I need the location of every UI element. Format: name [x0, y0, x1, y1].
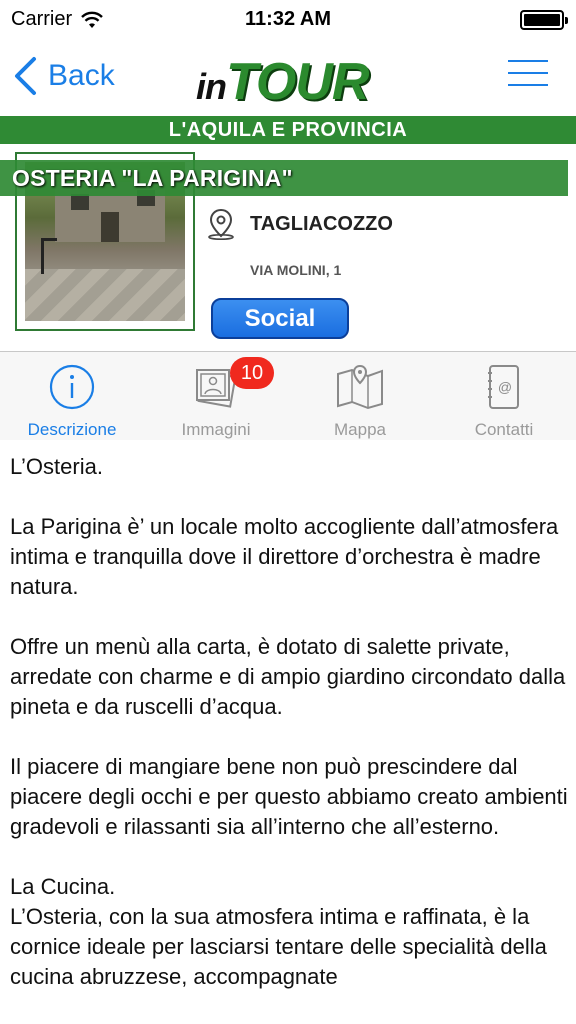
location-pin-icon — [208, 208, 234, 240]
chevron-left-icon — [15, 57, 36, 95]
region-title: L'AQUILA E PROVINCIA — [0, 116, 576, 144]
place-city: TAGLIACOZZO — [250, 212, 393, 235]
back-button[interactable]: Back — [12, 56, 115, 96]
intour-logo: in TOUR — [196, 52, 380, 111]
info-icon — [49, 364, 95, 410]
description-paragraph: L’Osteria, con la sua atmosfera intima e… — [10, 904, 547, 989]
contacts-icon: @ — [488, 365, 519, 409]
back-label: Back — [48, 59, 115, 92]
tab-label: Contatti — [474, 420, 534, 439]
place-name: OSTERIA "LA PARIGINA" — [12, 165, 293, 191]
battery-icon — [520, 10, 568, 30]
logo-in: in — [196, 66, 227, 107]
tab-label: Immagini — [181, 420, 251, 439]
tab-descrizione[interactable]: Descrizione — [0, 352, 144, 441]
description-paragraph: La Cucina. — [10, 874, 116, 899]
description-paragraph: Il piacere di mangiare bene non può pres… — [10, 754, 568, 839]
images-count-badge: 10 — [230, 357, 274, 389]
place-name-bar: OSTERIA "LA PARIGINA" — [0, 160, 568, 196]
description-paragraph: La Parigina è’ un locale molto accoglien… — [10, 514, 559, 599]
description-paragraph: Offre un menù alla carta, è dotato di sa… — [10, 634, 566, 719]
menu-icon[interactable] — [508, 60, 548, 90]
description-paragraph: L’Osteria. — [10, 454, 103, 479]
tab-bar: Descrizione Immagini Mappa @ Contatti — [0, 351, 576, 440]
map-icon — [337, 364, 383, 410]
logo-tour: TOUR — [226, 53, 369, 111]
tab-contatti[interactable]: @ Contatti — [432, 352, 576, 441]
tab-label: Mappa — [334, 420, 386, 439]
nav-bar: Back in TOUR — [0, 40, 576, 116]
place-location: TAGLIACOZZO — [206, 208, 393, 240]
tab-mappa[interactable]: Mappa — [288, 352, 432, 441]
tab-label: Descrizione — [27, 420, 117, 439]
svg-text:@: @ — [498, 379, 512, 395]
status-time: 11:32 AM — [245, 8, 331, 30]
place-address: VIA MOLINI, 1 — [250, 262, 342, 278]
social-button[interactable]: Social — [211, 298, 349, 339]
description-text: L’Osteria. La Parigina è’ un locale molt… — [10, 452, 570, 992]
status-bar: Carrier 11:32 AM — [0, 0, 576, 40]
